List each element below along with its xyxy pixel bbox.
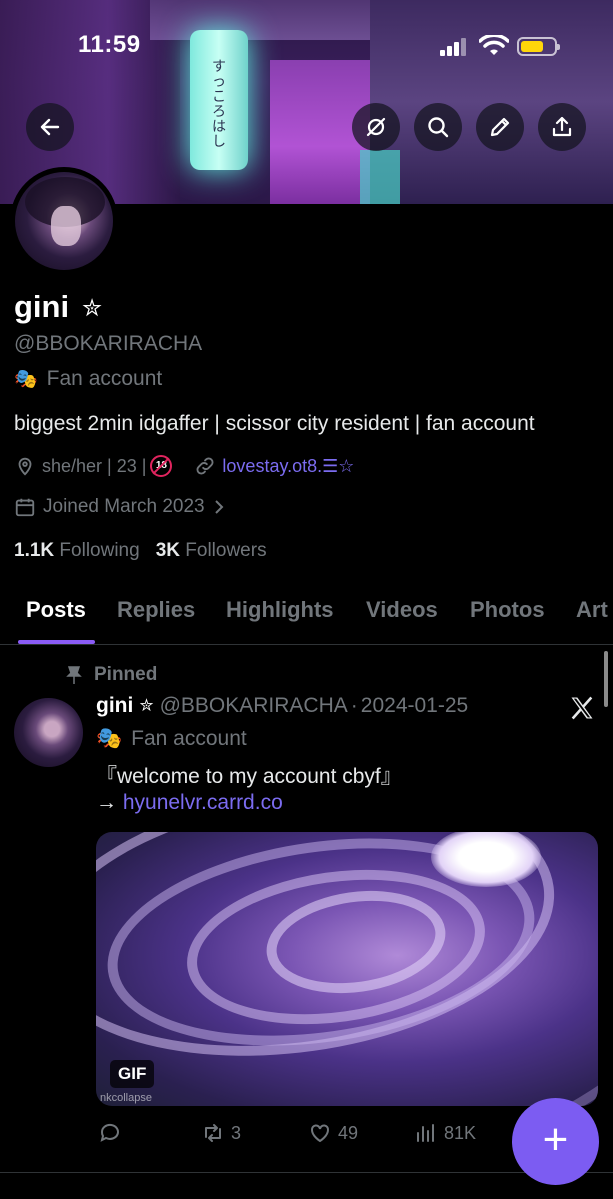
profile-tabs: Posts Replies Highlights Videos Photos A… [0, 583, 613, 645]
tab-videos[interactable]: Videos [366, 597, 438, 623]
tweet-author-name[interactable]: gini [96, 694, 133, 718]
tweet-name-star: ✮ [139, 696, 154, 715]
location-text: she/her | 23 | [42, 455, 147, 476]
profile-avatar[interactable] [10, 167, 118, 275]
profile-meta: she/her | 23 | 18 lovestay.ot8.☰☆ [14, 455, 354, 477]
status-bar: 11:59 [0, 28, 613, 64]
location-pin-icon [18, 457, 32, 476]
back-button[interactable] [26, 103, 74, 151]
tweet-affiliation: 🎭 Fan account [96, 727, 247, 751]
calendar-icon [15, 498, 35, 517]
search-icon [428, 117, 449, 138]
tab-replies[interactable]: Replies [117, 597, 195, 623]
joined-text: Joined March 2023 [43, 496, 205, 517]
affiliation-text: Fan account [46, 367, 163, 390]
pinned-label: Pinned [94, 664, 158, 685]
profile-handle: @BBOKARIRACHA [14, 332, 203, 355]
heart-icon [311, 1124, 329, 1143]
tweet-date: 2024-01-25 [360, 694, 469, 717]
tweet-text-line2: → hyunelvr.carrd.co [96, 791, 283, 815]
tweet-separator: · [350, 694, 358, 717]
tweet-affiliation-text: Fan account [131, 727, 247, 750]
following-link[interactable]: 1.1K Following [14, 540, 140, 562]
gif-badge: GIF [110, 1060, 155, 1088]
followers-link[interactable]: 3K Followers [156, 540, 267, 562]
view-count: 81K [444, 1122, 477, 1143]
follow-stats: 1.1K Following 3K Followers [14, 540, 267, 562]
cellular-signal-icon [440, 38, 470, 56]
retweet-button[interactable]: 3 [201, 1121, 241, 1145]
lantern-text: すっころはし [212, 59, 226, 150]
active-tab-indicator [18, 640, 95, 644]
plus-icon: + [542, 1114, 569, 1164]
tweet-author-handle: @BBOKARIRACHA [159, 694, 348, 717]
search-button[interactable] [414, 103, 462, 151]
tweet-mask-icon: 🎭 [96, 727, 123, 750]
tweet-link[interactable]: hyunelvr.carrd.co [123, 791, 283, 814]
pinned-indicator: Pinned [66, 664, 157, 686]
retweet-icon [205, 1124, 221, 1142]
views-icon [417, 1124, 434, 1142]
tweet-media-gif[interactable]: GIF nkcollapse [96, 832, 598, 1106]
tweet-header: gini ✮ @BBOKARIRACHA · 2024-01-25 [96, 694, 468, 718]
status-time: 11:59 [78, 31, 141, 58]
share-button[interactable] [538, 103, 586, 151]
grok-button[interactable] [352, 103, 400, 151]
link-icon [196, 457, 214, 475]
arrow-text: → [96, 791, 117, 814]
tweet-actions: 3 49 81K [96, 1121, 496, 1147]
tab-highlights[interactable]: Highlights [226, 597, 334, 623]
profile-bio: biggest 2min idgaffer | scissor city res… [14, 412, 535, 435]
reply-button[interactable] [98, 1121, 128, 1145]
name-star-emoji: ✮ [82, 295, 103, 322]
tab-art[interactable]: Art [576, 597, 608, 623]
wifi-icon [479, 35, 509, 55]
no-under-18-icon: 18 [150, 455, 173, 477]
tweet-text-line1: 『welcome to my account cbyf』 [96, 765, 402, 788]
tab-photos[interactable]: Photos [470, 597, 545, 623]
chevron-right-icon [214, 500, 224, 514]
divider [0, 1172, 613, 1173]
media-watermark: nkcollapse [100, 1092, 152, 1104]
share-icon [552, 116, 572, 137]
banner-light [360, 150, 400, 204]
joined-row[interactable]: Joined March 2023 [14, 496, 226, 518]
views-button[interactable]: 81K [414, 1121, 476, 1145]
followers-label: Followers [185, 540, 267, 561]
followers-count: 3K [155, 540, 180, 561]
mask-icon: 🎭 [14, 369, 38, 390]
compose-button[interactable]: + [512, 1098, 599, 1185]
following-count: 1.1K [14, 540, 55, 561]
battery-icon [517, 37, 560, 56]
following-label: Following [59, 540, 140, 561]
website-link[interactable]: lovestay.ot8.☰☆ [222, 456, 354, 477]
reply-icon [100, 1123, 119, 1142]
affiliation-label: 🎭 Fan account [14, 367, 162, 391]
profile-name: gini [14, 289, 70, 324]
like-count: 49 [338, 1122, 359, 1143]
retweet-count: 3 [231, 1122, 242, 1143]
grok-icon [366, 117, 386, 137]
edit-icon [490, 117, 510, 137]
tweet-avatar[interactable] [14, 698, 83, 767]
scrollbar[interactable] [604, 651, 608, 707]
x-logo-icon[interactable] [568, 694, 596, 722]
pin-icon [66, 666, 82, 684]
tab-posts[interactable]: Posts [26, 597, 86, 623]
like-button[interactable]: 49 [308, 1121, 358, 1145]
arrow-left-icon [40, 118, 60, 136]
edit-button[interactable] [476, 103, 524, 151]
avatar-image [15, 172, 113, 270]
